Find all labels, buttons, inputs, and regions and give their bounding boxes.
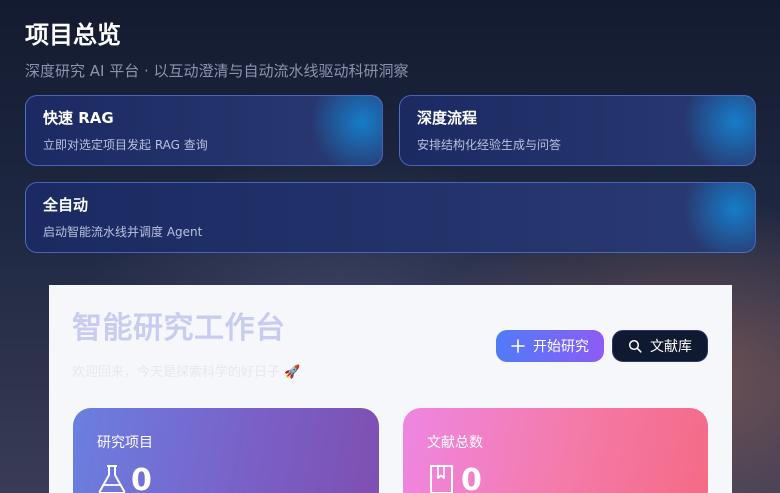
plus-icon (511, 339, 525, 353)
book-icon (427, 463, 457, 493)
quick-rag-card[interactable]: 快速 RAG 立即对选定项目发起 RAG 查询 (25, 95, 383, 166)
page-title: 项目总览 (25, 21, 121, 49)
page-subtitle: 深度研究 AI 平台 · 以互动澄清与自动流水线驱动科研洞察 (25, 62, 409, 80)
deep-flow-card[interactable]: 深度流程 安排结构化经验生成与问答 (399, 95, 756, 166)
page-header: 项目总览 深度研究 AI 平台 · 以互动澄清与自动流水线驱动科研洞察 (25, 18, 409, 81)
workspace-welcome-text: 欢迎回来，今天是探索科学的好日子 🚀 (72, 365, 301, 380)
library-button[interactable]: 文献库 (612, 330, 708, 362)
start-research-button[interactable]: 开始研究 (496, 330, 604, 362)
documents-stat-label: 文献总数 (427, 435, 483, 451)
search-icon (628, 339, 642, 353)
projects-stat-card[interactable]: 研究项目 0 (73, 408, 379, 493)
projects-stat-label: 研究项目 (97, 435, 153, 451)
full-auto-title: 全自动 (43, 196, 89, 214)
library-label: 文献库 (650, 339, 692, 355)
deep-flow-description: 安排结构化经验生成与问答 (417, 138, 562, 152)
documents-stat-value: 0 (461, 463, 482, 493)
deep-flow-title: 深度流程 (417, 109, 478, 127)
start-research-label: 开始研究 (533, 339, 589, 355)
flask-icon (97, 463, 127, 493)
quick-rag-title: 快速 RAG (43, 109, 114, 127)
projects-stat-value: 0 (131, 463, 152, 493)
documents-stat-card[interactable]: 文献总数 0 (403, 408, 708, 493)
full-auto-card[interactable]: 全自动 启动智能流水线并调度 Agent (25, 182, 756, 253)
workspace-panel: 智能研究工作台 欢迎回来，今天是探索科学的好日子 🚀 开始研究 文献库 研究项目 (49, 285, 732, 493)
workspace-title: 智能研究工作台 (72, 311, 286, 346)
quick-rag-description: 立即对选定项目发起 RAG 查询 (43, 138, 208, 152)
full-auto-description: 启动智能流水线并调度 Agent (43, 225, 203, 239)
